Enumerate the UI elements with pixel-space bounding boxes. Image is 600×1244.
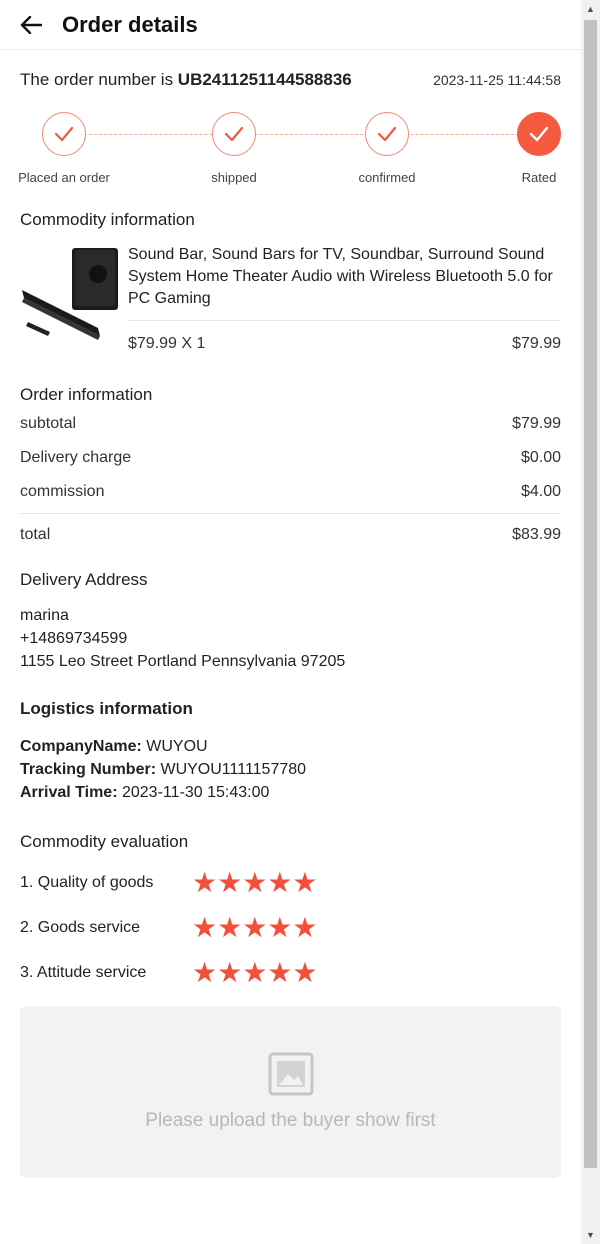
scrollbar-thumb[interactable]: [584, 20, 597, 1168]
order-info-title: Order information: [20, 385, 153, 404]
evaluation-label: 2. Goods service: [20, 919, 141, 936]
product-name: Sound Bar, Sound Bars for TV, Soundbar, …: [128, 244, 561, 321]
evaluation-section: Commodity evaluation 1. Quality of goods…: [20, 832, 561, 996]
page-title: Order details: [62, 11, 198, 37]
step-confirmed: confirmed: [327, 112, 447, 185]
progress-line: [64, 134, 539, 135]
evaluation-goods-service: 2. Goods service ★★★★★: [20, 906, 561, 950]
check-icon: [42, 112, 86, 156]
recipient-street: 1155 Leo Street Portland Pennsylvania 97…: [20, 653, 346, 670]
delivery-address-section: Delivery Address marina +14869734599 115…: [20, 570, 561, 673]
evaluation-quality: 1. Quality of goods ★★★★★: [20, 860, 561, 906]
tracking-number: Tracking Number: WUYOU1111157780: [20, 761, 307, 778]
step-label: confirmed: [358, 170, 416, 185]
order-time: 2023-11-25 11:44:58: [433, 72, 561, 88]
row-value: $0.00: [520, 449, 561, 466]
order-progress: Placed an order shipped confirmed Rated: [18, 110, 561, 194]
header: Order details: [0, 0, 581, 50]
company-name: CompanyName: WUYOU: [20, 738, 208, 755]
row-value: $4.00: [520, 483, 561, 500]
buyer-show-upload[interactable]: Please upload the buyer show first: [20, 1006, 561, 1178]
row-value: $79.99: [512, 415, 561, 432]
divider: [20, 513, 561, 514]
recipient-name: marina: [20, 607, 69, 624]
step-label: shipped: [211, 170, 257, 185]
commodity-title: Commodity information: [20, 210, 195, 229]
commission-row: commission $4.00: [20, 475, 561, 509]
order-number-line: The order number is UB2411251144588836 2…: [20, 50, 561, 110]
unit-price-quantity: $79.99 X 1: [128, 335, 206, 352]
address-title: Delivery Address: [20, 570, 148, 589]
line-total: $79.99: [512, 335, 561, 352]
row-label: Delivery charge: [20, 449, 132, 466]
row-value: $83.99: [512, 526, 561, 543]
order-details-page: Order details The order number is UB2411…: [0, 0, 581, 1244]
order-number: The order number is UB2411251144588836: [20, 70, 352, 89]
evaluation-title: Commodity evaluation: [20, 832, 189, 851]
scroll-up-icon[interactable]: ▲: [581, 0, 600, 18]
evaluation-attitude-service: 3. Attitude service ★★★★★: [20, 950, 561, 996]
delivery-charge-row: Delivery charge $0.00: [20, 441, 561, 475]
product-image[interactable]: [20, 244, 120, 344]
step-placed: Placed an order: [4, 112, 124, 185]
step-label: Placed an order: [18, 170, 110, 185]
scrollbar[interactable]: ▲ ▼: [581, 0, 600, 1244]
star-rating: ★★★★★: [192, 957, 318, 988]
product-item[interactable]: Sound Bar, Sound Bars for TV, Soundbar, …: [20, 244, 561, 353]
subtotal-row: subtotal $79.99: [20, 407, 561, 441]
row-label: subtotal: [20, 415, 77, 432]
recipient-phone: +14869734599: [20, 630, 128, 647]
total-row: total $83.99: [20, 518, 561, 552]
image-placeholder-icon: [268, 1052, 314, 1096]
check-icon: [212, 112, 256, 156]
row-label: commission: [20, 483, 105, 500]
logistics-section: Logistics information CompanyName: WUYOU…: [20, 699, 561, 804]
evaluation-label: 1. Quality of goods: [20, 874, 154, 891]
commodity-section: Commodity information Sound Bar, Sound B…: [20, 210, 561, 353]
check-icon: [365, 112, 409, 156]
logistics-title: Logistics information: [20, 699, 193, 718]
step-shipped: shipped: [174, 112, 294, 185]
star-rating: ★★★★★: [192, 867, 318, 898]
upload-prompt: Please upload the buyer show first: [145, 1110, 436, 1131]
scroll-down-icon[interactable]: ▼: [581, 1226, 600, 1244]
check-icon: [517, 112, 561, 156]
star-rating: ★★★★★: [192, 912, 318, 943]
evaluation-label: 3. Attitude service: [20, 964, 147, 981]
row-label: total: [20, 526, 51, 543]
back-arrow-icon[interactable]: [20, 12, 46, 38]
order-info-section: Order information subtotal $79.99 Delive…: [20, 385, 561, 552]
arrival-time: Arrival Time: 2023-11-30 15:43:00: [20, 784, 270, 801]
